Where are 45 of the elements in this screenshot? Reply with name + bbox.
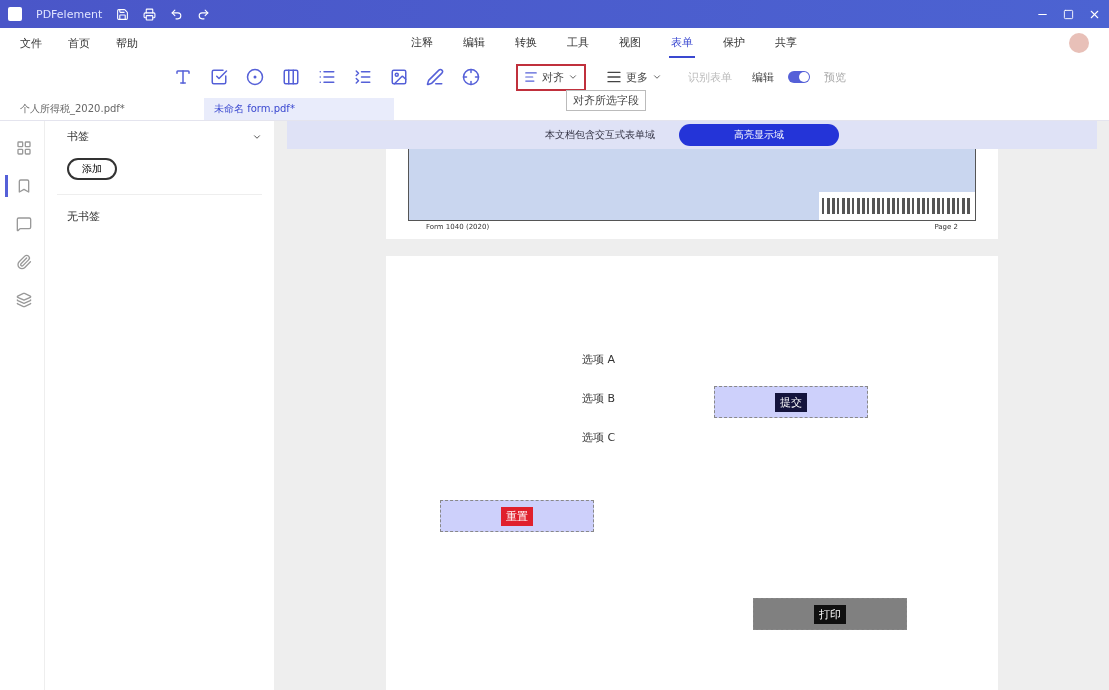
crosshair-icon[interactable] xyxy=(460,66,482,88)
menu-item[interactable]: 文件 xyxy=(20,35,42,51)
menu-item[interactable]: 首页 xyxy=(68,35,90,51)
ribbon-tab[interactable]: 注释 xyxy=(408,28,435,58)
banner-message: 本文档包含交互式表单域 xyxy=(545,128,655,142)
highlight-fields-button[interactable]: 高亮显示域 xyxy=(679,124,839,146)
print-icon[interactable] xyxy=(143,7,157,21)
window-title: PDFelement xyxy=(36,7,103,21)
redo-icon[interactable] xyxy=(197,7,211,21)
add-bookmark-button[interactable]: 添加 xyxy=(67,158,117,180)
menu-item[interactable]: 帮助 xyxy=(116,35,138,51)
panel-title: 书签 xyxy=(67,129,89,144)
edit-mode-label: 编辑 xyxy=(752,69,774,85)
ribbon-tab[interactable]: 表单 xyxy=(668,28,695,58)
ribbon-tab[interactable]: 保护 xyxy=(720,28,747,58)
align-left-icon xyxy=(524,70,538,84)
caret-icon xyxy=(568,72,578,82)
undo-icon[interactable] xyxy=(170,7,184,21)
field-label: 选项 A xyxy=(582,352,616,367)
align-button[interactable]: 对齐 xyxy=(516,63,586,91)
app-logo-icon xyxy=(8,7,22,21)
radio-button-icon[interactable] xyxy=(244,66,266,88)
ribbon-tab[interactable]: 视图 xyxy=(616,28,643,58)
field-label: 选项 B xyxy=(582,391,616,406)
ribbon-tab[interactable]: 转换 xyxy=(512,28,539,58)
maximize-icon[interactable] xyxy=(1063,8,1074,20)
ribbon-tab[interactable]: 共享 xyxy=(772,28,799,58)
tooltip: 对齐所选字段 xyxy=(566,90,646,111)
field-label: 选项 C xyxy=(582,430,616,445)
field-button-label: 打印 xyxy=(814,604,846,624)
mode-toggle[interactable] xyxy=(788,71,810,83)
ribbon-tab[interactable]: 编辑 xyxy=(460,28,487,58)
ribbon-tab[interactable]: 工具 xyxy=(564,28,591,58)
empty-message: 无书签 xyxy=(57,194,262,224)
more-button[interactable]: 更多 xyxy=(600,68,668,86)
button-field[interactable]: 重置 xyxy=(440,500,594,532)
button-field[interactable]: 打印 xyxy=(753,598,907,630)
lines-icon xyxy=(606,69,622,85)
button-field[interactable]: 提交 xyxy=(714,386,868,418)
field-button-label: 提交 xyxy=(775,392,807,412)
caret-icon xyxy=(652,72,662,82)
save-icon[interactable] xyxy=(116,7,130,21)
document-tab[interactable]: 未命名 form.pdf* xyxy=(204,98,394,120)
field-button-label: 重置 xyxy=(501,506,533,526)
preview-mode-label: 预览 xyxy=(824,69,846,85)
